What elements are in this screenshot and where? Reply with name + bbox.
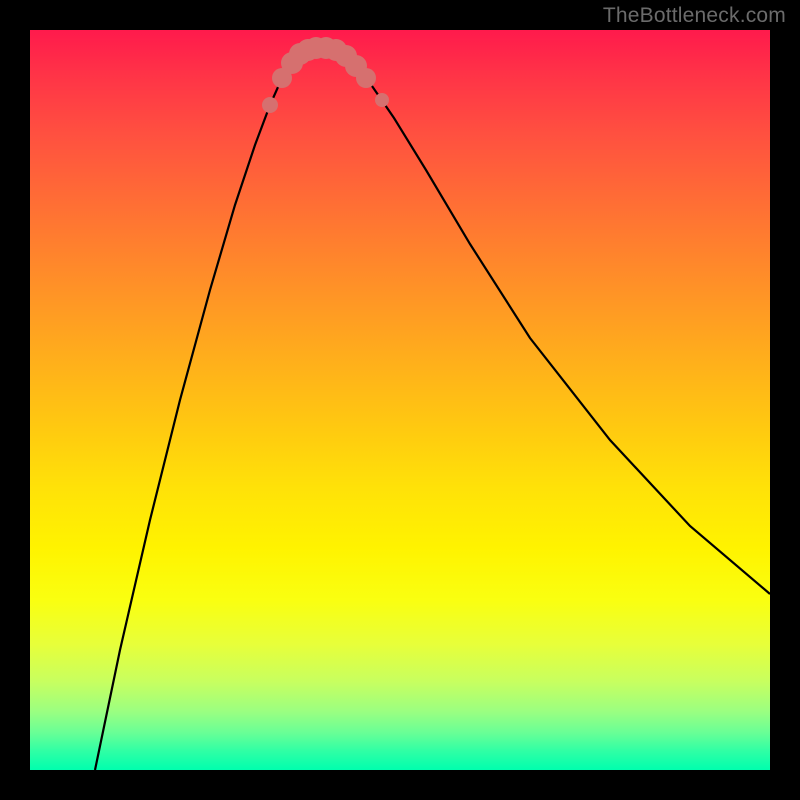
watermark-text: TheBottleneck.com bbox=[603, 4, 786, 28]
marker-dot bbox=[356, 68, 376, 88]
bottleneck-curve-right bbox=[316, 48, 770, 594]
markers-group bbox=[262, 37, 389, 113]
chart-frame: TheBottleneck.com bbox=[0, 0, 800, 800]
marker-dot bbox=[262, 97, 278, 113]
marker-dot bbox=[375, 93, 389, 107]
curve-group bbox=[95, 48, 770, 770]
bottleneck-curve-left bbox=[95, 48, 316, 770]
plot-area bbox=[30, 30, 770, 770]
chart-svg bbox=[30, 30, 770, 770]
